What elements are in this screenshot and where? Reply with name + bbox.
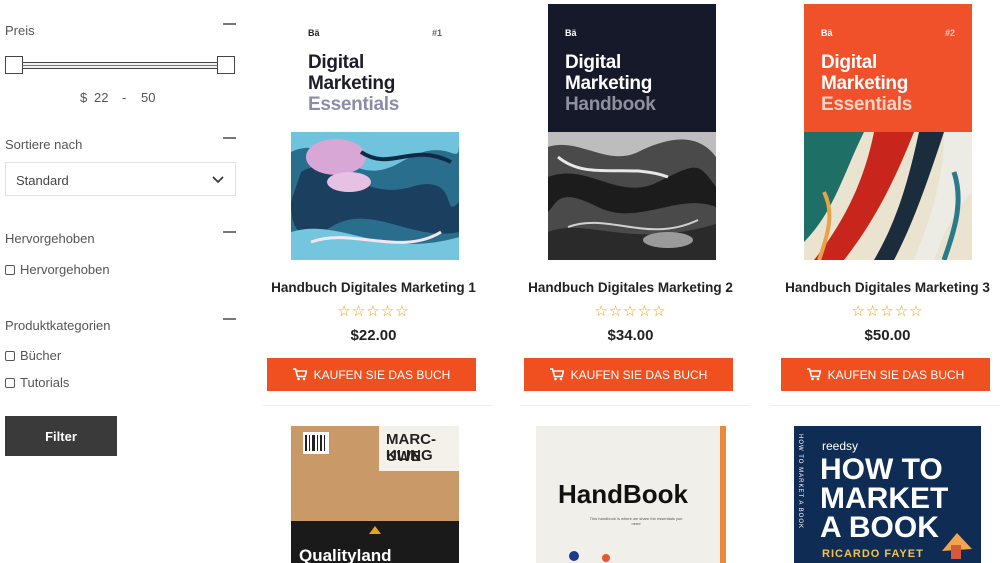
cover-title-line: Essentials xyxy=(821,94,912,115)
sort-select[interactable]: Standard xyxy=(5,162,236,196)
price-filter-title: Preis xyxy=(5,23,35,38)
cover-spine-text: HOW TO MARKET A BOOK xyxy=(797,434,803,530)
cover-number: #2 xyxy=(944,28,955,38)
product-card: Bä #2 Digital Marketing Essentials Handb… xyxy=(780,0,995,400)
featured-checkbox-row[interactable]: Hervorgehoben xyxy=(5,262,110,277)
cover-title-line: HOW TO xyxy=(820,453,943,486)
cart-icon xyxy=(549,368,564,381)
product-price: $22.00 xyxy=(350,327,397,344)
product-cover-image[interactable]: HandBook This handbook is where we share… xyxy=(536,426,726,563)
star-rating: ☆☆☆☆☆ xyxy=(851,303,924,320)
category-checkbox-row[interactable]: Bücher xyxy=(5,348,61,363)
featured-title: Hervorgehoben xyxy=(5,231,95,246)
cover-number: #1 xyxy=(431,28,442,38)
price-range-slider[interactable] xyxy=(13,62,226,69)
cover-brand: reedsy xyxy=(822,439,859,453)
product-price: $50.00 xyxy=(864,327,911,344)
product-cover-image[interactable]: Bä #2 Digital Marketing Essentials xyxy=(804,4,972,260)
product-card: Bä #1 Digital Marketing Essentials Handb… xyxy=(266,0,481,400)
price-max-handle[interactable] xyxy=(217,56,235,74)
price-currency: $ xyxy=(80,90,88,105)
cover-title-line: Marketing xyxy=(565,73,653,94)
product-cover-image[interactable]: Bä #1 Digital Marketing Essentials xyxy=(291,4,459,260)
cover-artwork xyxy=(291,132,459,260)
buy-book-button[interactable]: KAUFEN SIE DAS BUCH xyxy=(524,358,733,391)
cover-title-line: Digital xyxy=(308,52,364,73)
price-separator: - xyxy=(122,90,127,105)
row-divider xyxy=(263,405,493,406)
cover-title-line: Marketing xyxy=(308,73,396,94)
cover-title-line: A BOOK xyxy=(820,511,939,544)
filter-sidebar: Preis $ 22 - 50 Sortiere nach Standard H… xyxy=(0,0,245,563)
filter-button[interactable]: Filter xyxy=(5,416,117,456)
cover-title-line: Essentials xyxy=(308,94,399,115)
buy-book-button[interactable]: KAUFEN SIE DAS BUCH xyxy=(267,358,476,391)
product-name[interactable]: Handbuch Digitales Marketing 3 xyxy=(780,280,995,295)
product-name[interactable]: Handbuch Digitales Marketing 2 xyxy=(523,280,738,295)
cover-brand: Bä xyxy=(308,28,320,38)
category-checkbox-buecher[interactable] xyxy=(5,350,15,361)
cover-artwork xyxy=(569,551,610,562)
price-min-handle[interactable] xyxy=(5,56,23,74)
sort-collapse-icon[interactable] xyxy=(223,137,236,139)
product-price: $34.00 xyxy=(607,327,654,344)
cover-spine-accent xyxy=(720,426,726,563)
cover-subtitle: This handbook is where we share the esse… xyxy=(589,516,683,526)
chevron-down-icon xyxy=(212,176,224,184)
cover-brand: Bä xyxy=(565,28,577,38)
product-cover-image[interactable]: Bä Digital Marketing Handbook xyxy=(548,4,716,260)
categories-collapse-icon[interactable] xyxy=(223,318,236,320)
cover-title-line: Digital xyxy=(821,52,877,73)
product-name[interactable]: Handbuch Digitales Marketing 1 xyxy=(266,280,481,295)
cover-artwork xyxy=(804,132,972,260)
category-checkbox-tutorials[interactable] xyxy=(5,377,15,388)
category-label-buecher: Bücher xyxy=(20,348,62,363)
cover-title-line: Digital xyxy=(565,52,621,73)
buy-button-label: KAUFEN SIE DAS BUCH xyxy=(827,367,965,382)
sort-title: Sortiere nach xyxy=(5,137,83,152)
cover-author: RICARDO FAYET xyxy=(822,548,924,560)
product-card: Bä Digital Marketing Handbook Handbuch D… xyxy=(523,0,738,400)
featured-collapse-icon[interactable] xyxy=(223,231,236,233)
cover-brand: Bä xyxy=(821,28,833,38)
cover-artwork xyxy=(942,533,972,559)
row-divider xyxy=(770,405,1000,406)
product-cover-image[interactable]: MARC-UWE KLING Qualityland xyxy=(291,426,459,563)
cover-title-line: MARKET xyxy=(820,482,949,515)
cart-icon xyxy=(292,368,307,381)
price-min-value: 22 xyxy=(94,90,109,105)
star-rating: ☆☆☆☆☆ xyxy=(337,303,410,320)
price-max-value: 50 xyxy=(141,90,156,105)
cover-title-line: Marketing xyxy=(821,73,909,94)
price-range-fill xyxy=(16,65,223,66)
featured-checkbox-label: Hervorgehoben xyxy=(20,262,110,277)
categories-title: Produktkategorien xyxy=(5,318,111,333)
row-divider xyxy=(520,405,750,406)
cover-artwork xyxy=(548,132,716,260)
buy-button-label: KAUFEN SIE DAS BUCH xyxy=(570,367,708,382)
price-collapse-icon[interactable] xyxy=(223,23,236,25)
category-label-tutorials: Tutorials xyxy=(20,375,70,390)
cover-title: Qualityland xyxy=(299,546,392,563)
cover-title-line: Handbook xyxy=(565,94,656,115)
category-checkbox-row[interactable]: Tutorials xyxy=(5,375,69,390)
buy-book-button[interactable]: KAUFEN SIE DAS BUCH xyxy=(781,358,990,391)
product-cover-image[interactable]: HOW TO MARKET A BOOK reedsy HOW TO MARKE… xyxy=(794,426,981,563)
sort-selected-value: Standard xyxy=(16,173,69,188)
buy-button-label: KAUFEN SIE DAS BUCH xyxy=(313,367,451,382)
featured-checkbox[interactable] xyxy=(5,264,15,275)
cover-author-line: KLING xyxy=(386,447,433,464)
cart-icon xyxy=(806,368,821,381)
cover-title: HandBook xyxy=(558,479,688,509)
star-rating: ☆☆☆☆☆ xyxy=(594,303,667,320)
